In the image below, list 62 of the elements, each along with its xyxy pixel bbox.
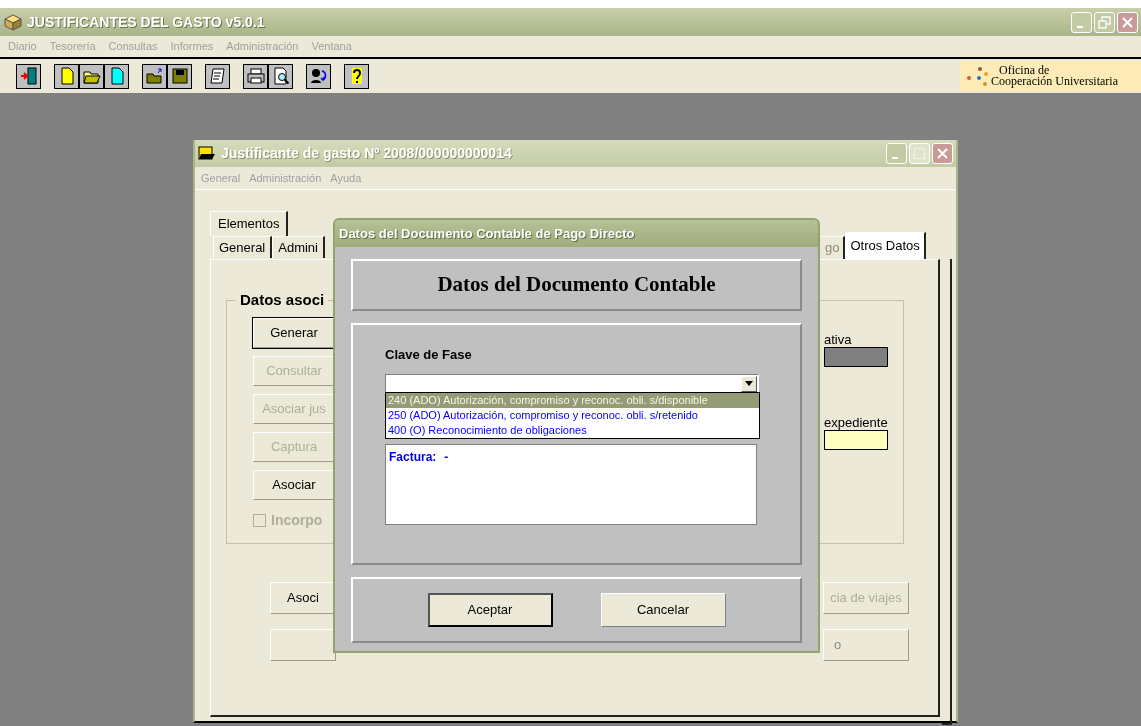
tab[interactable]: General (213, 236, 273, 258)
action-button[interactable]: Asociar (253, 470, 335, 500)
toolbar-button[interactable] (16, 63, 41, 89)
menu-item[interactable]: Ayuda (330, 169, 362, 187)
dropdown-option[interactable]: 240 (ADO) Autorización, compromiso y reconoc. obli. s/disponible (386, 393, 759, 408)
toolbar-button[interactable] (306, 63, 331, 89)
toolbar-button[interactable] (142, 63, 167, 89)
menu-item[interactable]: Consultas (108, 38, 158, 55)
maximize-icon (913, 147, 926, 160)
field-label: ativa (824, 332, 853, 347)
checkbox-label: Incorpo (271, 511, 323, 530)
logo-text: Oficina de (999, 65, 1050, 76)
toolbar-button[interactable] (79, 63, 104, 89)
notepad-icon (208, 67, 227, 85)
dropdown-field[interactable] (385, 373, 759, 394)
save-icon (170, 67, 189, 85)
exit-door-icon (19, 67, 38, 85)
users-arrow-icon (309, 67, 328, 85)
folder-arrow-icon (145, 67, 164, 85)
menu-item[interactable]: Ventana (311, 38, 352, 55)
action-button[interactable]: Asoci (270, 582, 336, 614)
logo-text: Cooperación Universitaria (991, 76, 1118, 87)
detail-label: Factura: (389, 448, 437, 466)
field-label: expediente (824, 415, 888, 430)
toolbar-button[interactable] (268, 63, 293, 89)
window-title: JUSTIFICANTES DEL GASTO v5.0.1 (27, 12, 265, 32)
window-title: Justificante de gasto Nº 2008/000000000014 (221, 144, 512, 163)
field-label: Clave de Fase (385, 346, 473, 364)
dots-logo-icon (966, 65, 990, 87)
dialog-button[interactable]: Cancelar (600, 593, 726, 627)
toolbar-button[interactable] (104, 63, 129, 89)
toolbar-button[interactable] (243, 63, 268, 89)
menu-item[interactable]: Tesorería (49, 38, 96, 55)
minimize-icon (891, 157, 898, 159)
toolbar-button[interactable] (167, 63, 192, 89)
action-button[interactable] (270, 629, 336, 661)
detail-value: - (444, 448, 449, 466)
tab[interactable]: Elementos (210, 211, 289, 236)
close-icon (936, 147, 949, 160)
printer-icon (246, 67, 265, 85)
menu-item[interactable]: Diario (8, 38, 37, 55)
boxes-icon (3, 13, 23, 31)
menu-item[interactable]: Informes (170, 38, 214, 55)
menu-item[interactable]: Administración (226, 38, 299, 55)
menu-item[interactable]: General (201, 169, 241, 187)
dialog-heading: Datos del Documento Contable (437, 271, 716, 299)
tab[interactable]: Admini (272, 236, 325, 258)
dialog-title: Datos del Documento Contable de Pago Directo (339, 224, 635, 243)
input-field[interactable] (824, 430, 888, 450)
action-button[interactable]: Generar (253, 318, 335, 348)
tab[interactable]: Otros Datos (845, 232, 926, 259)
print-preview-icon (271, 67, 290, 85)
restore-icon (1098, 15, 1111, 29)
toolbar-button[interactable] (54, 63, 79, 89)
dialog-button[interactable]: Aceptar (427, 593, 553, 627)
toolbar-button[interactable] (205, 63, 230, 89)
dropdown-option[interactable]: 400 (O) Reconocimiento de obligaciones (386, 423, 759, 438)
close-icon (1121, 15, 1134, 29)
minimize-icon (1076, 25, 1083, 28)
toolbar-button[interactable] (344, 63, 369, 89)
menu-item[interactable]: Administración (249, 169, 322, 187)
dropdown-option[interactable]: 250 (ADO) Autorización, compromiso y reconoc. obli. s/retenido (386, 408, 759, 423)
